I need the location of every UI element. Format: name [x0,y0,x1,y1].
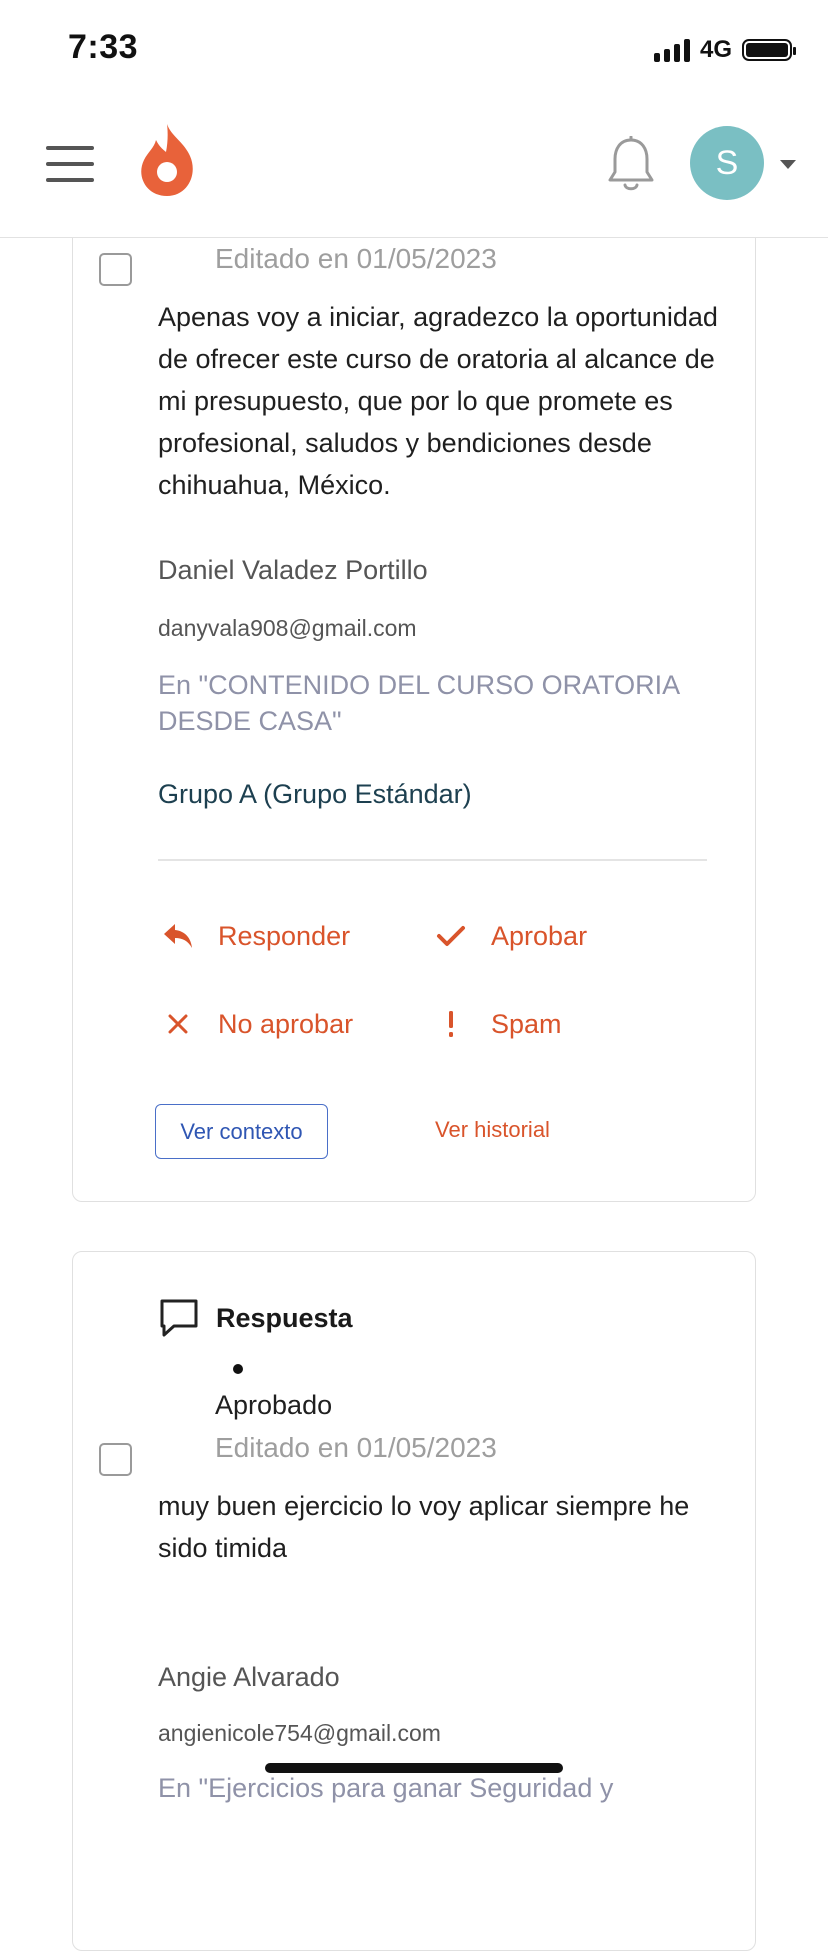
comment-select-checkbox[interactable] [99,253,132,286]
reject-label: No aprobar [218,1008,354,1039]
reply-button[interactable]: Responder [158,916,350,956]
reply-icon [158,916,198,956]
edited-date: Editado en 01/05/2023 [215,243,497,274]
reply-card: Respuesta Aprobado Editado en 01/05/2023… [72,1251,756,1951]
view-history-link[interactable]: Ver historial [435,1117,550,1143]
status-bar: 7:33 4G [0,0,828,100]
comment-email: danyvala908@gmail.com [158,615,417,641]
spam-label: Spam [491,1008,562,1039]
status-badge: Aprobado [215,1390,333,1420]
speech-bubble-icon [160,1299,198,1337]
comment-select-checkbox[interactable] [99,1443,132,1476]
comment-author: Angie Alvarado [158,1662,340,1692]
group-label: Grupo A (Grupo Estándar) [158,779,472,809]
home-indicator[interactable] [265,1763,563,1773]
reply-label: Responder [218,920,351,951]
spam-button[interactable]: Spam [431,1004,562,1044]
course-link[interactable]: En "CONTENIDO DEL CURSO ORATORIA DESDE C… [158,667,718,739]
reject-button[interactable]: No aprobar [158,1004,353,1044]
status-time: 7:33 [68,28,139,66]
user-avatar[interactable]: S [690,126,764,200]
reply-header: Respuesta [158,1298,353,1338]
approve-button[interactable]: Aprobar [431,916,587,956]
status-indicators: 4G [653,36,796,64]
edited-date: Editado en 01/05/2023 [215,1432,497,1463]
battery-icon [742,39,796,61]
divider [158,859,707,861]
network-label: 4G [699,36,732,63]
check-icon [431,916,471,956]
comment-email: angienicole754@gmail.com [158,1720,441,1746]
comment-author: Daniel Valadez Portillo [158,555,428,585]
close-icon [158,1004,198,1044]
notification-bell-icon[interactable] [606,136,656,194]
hamburger-menu-icon[interactable] [46,146,94,182]
course-link[interactable]: En "Ejercicios para ganar Seguridad y [158,1770,718,1806]
exclamation-icon [431,1004,471,1044]
chevron-down-icon[interactable] [780,160,796,169]
comment-text: muy buen ejercicio lo voy aplicar siempr… [158,1491,690,1563]
signal-icon [653,38,690,62]
app-header: S [0,100,828,238]
view-context-button[interactable]: Ver contexto [155,1104,328,1159]
comment-text: Apenas voy a iniciar, agradezco la oport… [158,302,718,500]
approve-label: Aprobar [491,920,588,951]
flame-logo-icon[interactable] [138,122,196,198]
reply-type-label: Respuesta [216,1302,353,1333]
status-bullet [233,1364,243,1374]
comment-card: Editado en 01/05/2023 Apenas voy a inici… [72,170,756,1202]
